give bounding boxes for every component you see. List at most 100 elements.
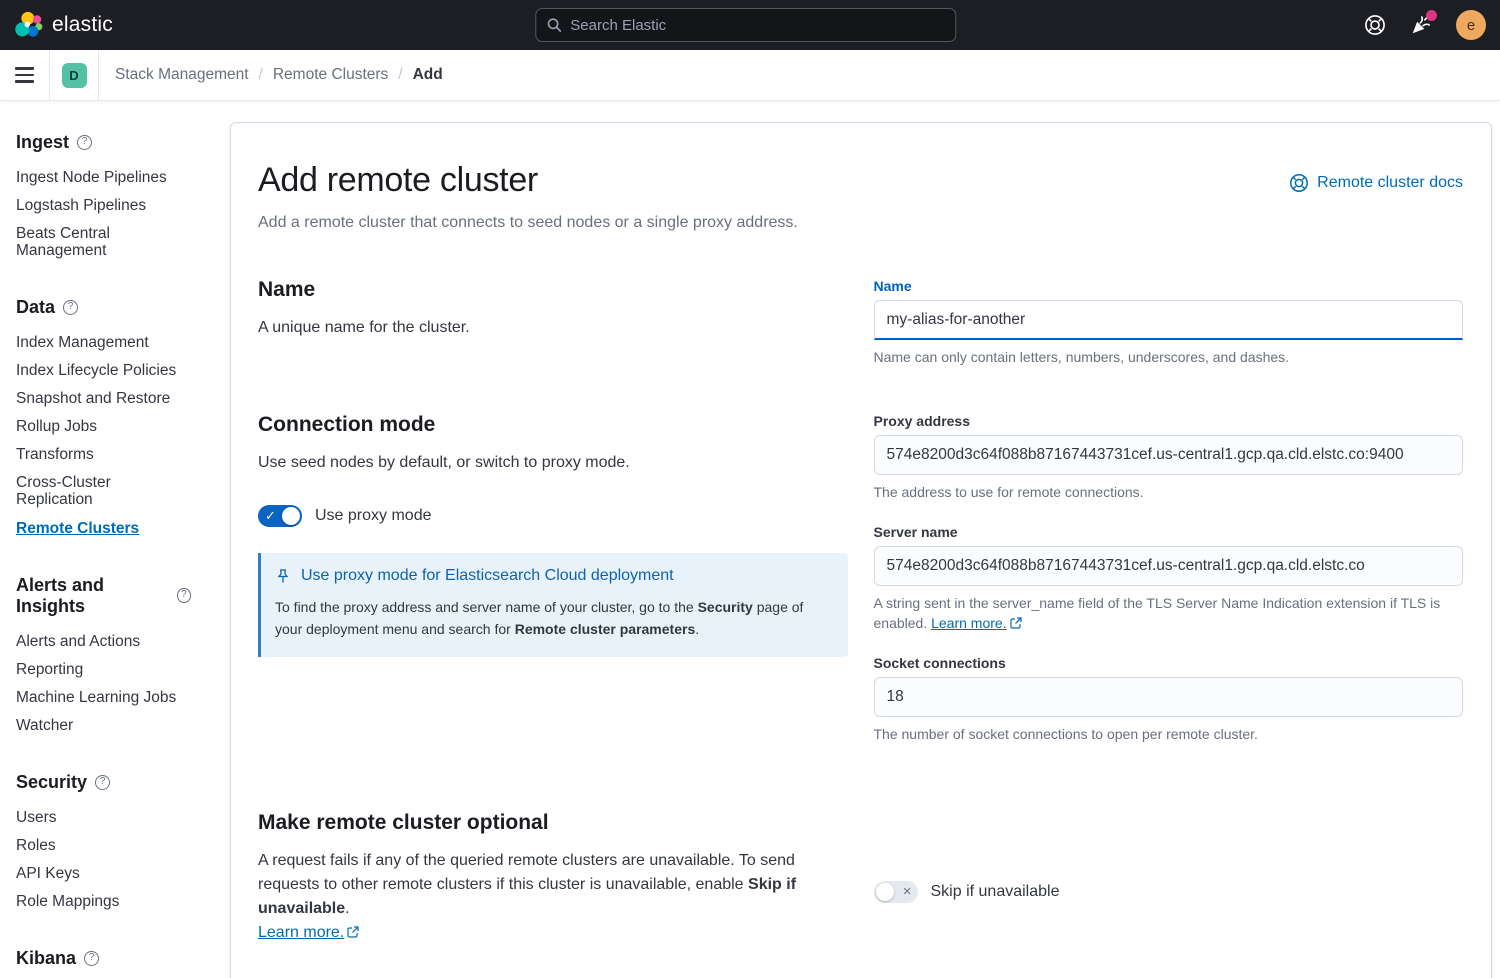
sidebar-item-ingest-node-pipelines[interactable]: Ingest Node Pipelines <box>16 169 191 186</box>
socket-connections-label: Socket connections <box>874 655 1464 671</box>
sidebar-item-beats-central-management[interactable]: Beats Central Management <box>16 225 191 259</box>
breadcrumb-separator: / <box>398 66 402 84</box>
search-input[interactable] <box>570 17 945 34</box>
sidebar-item-index-lifecycle-policies[interactable]: Index Lifecycle Policies <box>16 362 191 379</box>
pin-icon <box>275 568 291 584</box>
nav-group-title: Ingest <box>16 132 69 153</box>
server-name-input[interactable] <box>874 546 1464 586</box>
breadcrumb-add: Add <box>413 66 443 84</box>
name-section-heading: Name <box>258 278 848 302</box>
nav-group-title: Kibana <box>16 948 76 969</box>
sidebar-item-remote-clusters[interactable]: Remote Clusters <box>16 520 191 537</box>
external-link-icon <box>347 922 359 946</box>
toggle-knob <box>876 883 894 901</box>
breadcrumb-remote-clusters[interactable]: Remote Clusters <box>273 66 388 84</box>
server-name-label: Server name <box>874 524 1464 540</box>
sidebar-item-snapshot-and-restore[interactable]: Snapshot and Restore <box>16 390 191 407</box>
proxy-mode-toggle-label: Use proxy mode <box>315 507 432 525</box>
name-input[interactable] <box>874 300 1464 340</box>
sidebar-item-watcher[interactable]: Watcher <box>16 717 191 734</box>
sidebar-item-index-management[interactable]: Index Management <box>16 334 191 351</box>
sidebar-item-rollup-jobs[interactable]: Rollup Jobs <box>16 418 191 435</box>
add-remote-cluster-panel: Add remote cluster Remote cluster docs A… <box>230 122 1492 978</box>
cloud-deployment-icon[interactable] <box>1364 14 1386 36</box>
brand-name: elastic <box>52 13 113 37</box>
socket-connections-help: The number of socket connections to open… <box>874 724 1464 744</box>
sidebar-item-alerts-and-actions[interactable]: Alerts and Actions <box>16 633 191 650</box>
skip-unavailable-toggle-row: × Skip if unavailable <box>874 881 1060 903</box>
name-section-description: A unique name for the cluster. <box>258 316 848 340</box>
help-icon[interactable]: ? <box>63 300 78 315</box>
nav-group-title: Data <box>16 297 55 318</box>
nav-group-kibana: Kibana ? Index Patterns Saved Objects Ta… <box>16 948 191 978</box>
server-name-field: Server name A string sent in the server_… <box>874 524 1464 635</box>
newsfeed-icon[interactable] <box>1410 14 1432 36</box>
cloud-proxy-callout: Use proxy mode for Elasticsearch Cloud d… <box>258 553 848 656</box>
proxy-address-field: Proxy address The address to use for rem… <box>874 413 1464 502</box>
avatar-initial: e <box>1467 17 1475 34</box>
elastic-logo-icon <box>14 10 44 40</box>
server-name-help: A string sent in the server_name field o… <box>874 593 1464 635</box>
callout-body: To find the proxy address and server nam… <box>275 597 830 640</box>
nav-group-ingest: Ingest ? Ingest Node Pipelines Logstash … <box>16 132 191 259</box>
help-icon[interactable]: ? <box>77 135 92 150</box>
help-icon[interactable]: ? <box>84 951 99 966</box>
space-initial: D <box>69 68 78 83</box>
help-icon[interactable]: ? <box>177 588 191 603</box>
proxy-address-label: Proxy address <box>874 413 1464 429</box>
breadcrumb-separator: / <box>259 66 263 84</box>
optional-section-description: A request fails if any of the queried re… <box>258 849 848 946</box>
sidebar-item-users[interactable]: Users <box>16 809 191 826</box>
sidebar-item-api-keys[interactable]: API Keys <box>16 865 191 882</box>
elastic-logo[interactable]: elastic <box>14 10 113 40</box>
nav-group-alerts-insights: Alerts and Insights ? Alerts and Actions… <box>16 575 191 734</box>
user-avatar[interactable]: e <box>1456 10 1486 40</box>
management-sidebar: Ingest ? Ingest Node Pipelines Logstash … <box>0 100 207 978</box>
sidebar-item-logstash-pipelines[interactable]: Logstash Pipelines <box>16 197 191 214</box>
sidebar-item-cross-cluster-replication[interactable]: Cross-Cluster Replication <box>16 474 191 508</box>
check-icon: ✓ <box>265 510 276 523</box>
docs-icon <box>1289 173 1309 193</box>
sidebar-item-machine-learning-jobs[interactable]: Machine Learning Jobs <box>16 689 191 706</box>
name-help-text: Name can only contain letters, numbers, … <box>874 347 1464 367</box>
sidebar-item-transforms[interactable]: Transforms <box>16 446 191 463</box>
external-link-icon <box>1010 614 1022 634</box>
notification-dot <box>1426 10 1437 21</box>
proxy-address-input[interactable] <box>874 435 1464 475</box>
space-badge[interactable]: D <box>62 63 87 88</box>
breadcrumb: Stack Management / Remote Clusters / Add <box>99 66 443 84</box>
callout-title: Use proxy mode for Elasticsearch Cloud d… <box>301 567 674 585</box>
skip-unavailable-toggle-label: Skip if unavailable <box>931 883 1060 901</box>
sidebar-item-role-mappings[interactable]: Role Mappings <box>16 893 191 910</box>
nav-group-security: Security ? Users Roles API Keys Role Map… <box>16 772 191 910</box>
search-icon <box>546 17 562 33</box>
skip-unavailable-toggle[interactable]: × <box>874 881 918 903</box>
optional-section-heading: Make remote cluster optional <box>258 811 848 835</box>
header-actions: e <box>1364 10 1486 40</box>
sidebar-item-roles[interactable]: Roles <box>16 837 191 854</box>
help-icon[interactable]: ? <box>95 775 110 790</box>
space-selector-cell: D <box>50 50 99 100</box>
breadcrumb-bar: D Stack Management / Remote Clusters / A… <box>0 50 1500 100</box>
proxy-mode-toggle[interactable]: ✓ <box>258 505 302 527</box>
nav-group-title: Alerts and Insights <box>16 575 169 617</box>
menu-icon[interactable] <box>0 50 50 100</box>
nav-group-data: Data ? Index Management Index Lifecycle … <box>16 297 191 536</box>
socket-connections-input[interactable] <box>874 677 1464 717</box>
toggle-knob <box>282 507 300 525</box>
cross-icon: × <box>903 884 912 899</box>
connection-mode-heading: Connection mode <box>258 413 848 437</box>
sidebar-item-reporting[interactable]: Reporting <box>16 661 191 678</box>
proxy-address-help: The address to use for remote connection… <box>874 482 1464 502</box>
global-search[interactable] <box>535 8 956 42</box>
connection-mode-description: Use seed nodes by default, or switch to … <box>258 451 848 475</box>
name-form-row: Name A unique name for the cluster. Name… <box>258 278 1463 367</box>
breadcrumb-stack-management[interactable]: Stack Management <box>115 66 249 84</box>
name-field-label: Name <box>874 278 1464 294</box>
server-name-learn-more-link[interactable]: Learn more. <box>931 615 1006 631</box>
remote-cluster-docs-link[interactable]: Remote cluster docs <box>1289 173 1463 193</box>
connection-mode-form-row: Connection mode Use seed nodes by defaul… <box>258 413 1463 765</box>
socket-connections-field: Socket connections The number of socket … <box>874 655 1464 744</box>
page-subtitle: Add a remote cluster that connects to se… <box>258 214 1463 232</box>
optional-learn-more-link[interactable]: Learn more. <box>258 924 344 941</box>
